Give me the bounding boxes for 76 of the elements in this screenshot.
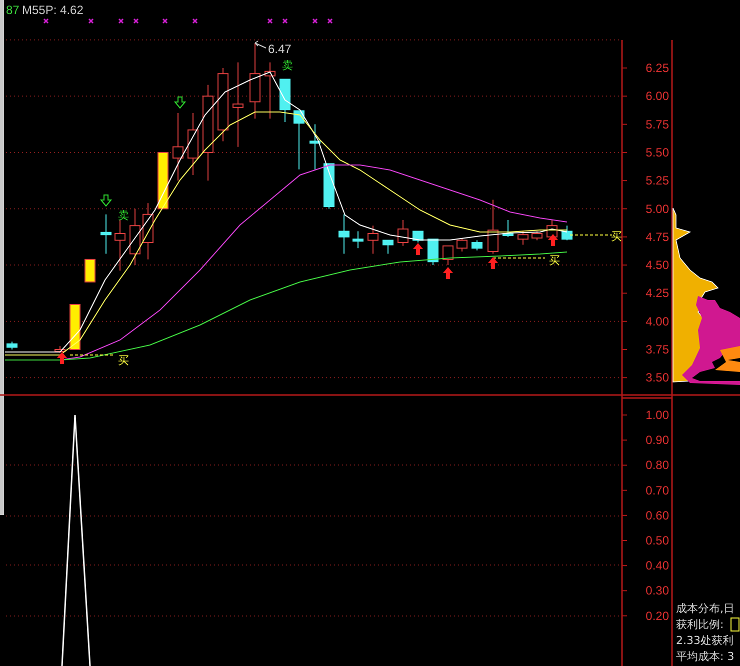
candle [114, 220, 126, 272]
series-tag: 87 [6, 3, 20, 17]
axis-label: 0.50 [646, 534, 669, 548]
candle [412, 230, 424, 244]
candle [264, 62, 276, 120]
candle [562, 225, 572, 241]
candle [100, 214, 112, 254]
up-arrow-icon [443, 267, 453, 279]
axis-label: 5.50 [646, 145, 669, 160]
axis-label: 0.60 [646, 508, 669, 522]
axis-label: 0.30 [646, 584, 669, 598]
up-arrow-icon [488, 257, 498, 269]
axis-label: 5.25 [646, 174, 669, 188]
up-arrow-icon [548, 234, 558, 246]
axis-label: 3.50 [646, 370, 669, 385]
axis-label: 4.25 [646, 286, 669, 300]
candle [142, 202, 154, 260]
candle [324, 163, 334, 210]
candle [70, 304, 80, 350]
indicator-value: M55P: 4.62 [22, 3, 84, 17]
candle [532, 230, 542, 241]
candle [502, 220, 514, 238]
candle [158, 152, 168, 210]
sell-signal: 卖 [282, 59, 293, 72]
cost-info-text: 2.33处获利 [676, 634, 734, 647]
candle [398, 220, 408, 246]
up-arrow-icon [57, 352, 67, 364]
candle [6, 341, 18, 350]
axis-label: 4.00 [646, 314, 669, 328]
axis-label: 4.50 [646, 258, 669, 272]
axis-label: 3.75 [646, 342, 669, 356]
high-price-label: 6.47 [268, 42, 292, 56]
candle [54, 346, 66, 354]
candle [84, 258, 96, 282]
candle [368, 225, 378, 254]
high-leader-line [254, 40, 266, 48]
candle [472, 240, 482, 251]
dashed-line [70, 354, 116, 356]
buy-signal: 买 [611, 230, 622, 243]
cost-info-text: 获利比例: [676, 618, 724, 631]
candle [488, 199, 498, 254]
axis-label: 5.00 [646, 202, 669, 216]
axis-label: 0.40 [646, 558, 669, 573]
axis-label: 6.00 [646, 89, 669, 104]
sell-signal: 卖 [118, 209, 129, 222]
axis-label: 6.25 [646, 61, 669, 75]
candle [442, 245, 454, 266]
cost-info-text: 成本分布,日 [676, 602, 734, 615]
axis-label: 0.90 [646, 433, 669, 448]
buy-signal: 买 [118, 354, 129, 367]
down-arrow-icon [174, 96, 186, 109]
cost-info-text: 平均成本: 3 [676, 650, 734, 663]
candle [280, 78, 290, 123]
axis-label: 4.75 [646, 230, 669, 244]
scroll-strip[interactable] [0, 0, 4, 515]
dashed-line [570, 234, 612, 236]
candle [338, 214, 350, 254]
up-arrow-icon [413, 243, 423, 255]
axis-label: 0.20 [646, 608, 669, 623]
candle [294, 110, 304, 170]
candle [352, 230, 364, 249]
axis-label: 1.00 [646, 408, 669, 422]
candle [188, 112, 198, 176]
candle [172, 112, 184, 182]
candle [130, 208, 140, 266]
candle [428, 238, 438, 266]
candle [518, 230, 528, 246]
buy-signal: 买 [549, 254, 560, 267]
candle [456, 238, 468, 252]
value-box [730, 618, 740, 632]
axis-label: 0.70 [646, 483, 669, 498]
candle [310, 124, 320, 170]
axis-label: 5.75 [646, 117, 669, 132]
axis-label: 0.80 [646, 458, 669, 472]
down-arrow-icon [100, 194, 112, 207]
candle [382, 240, 394, 254]
